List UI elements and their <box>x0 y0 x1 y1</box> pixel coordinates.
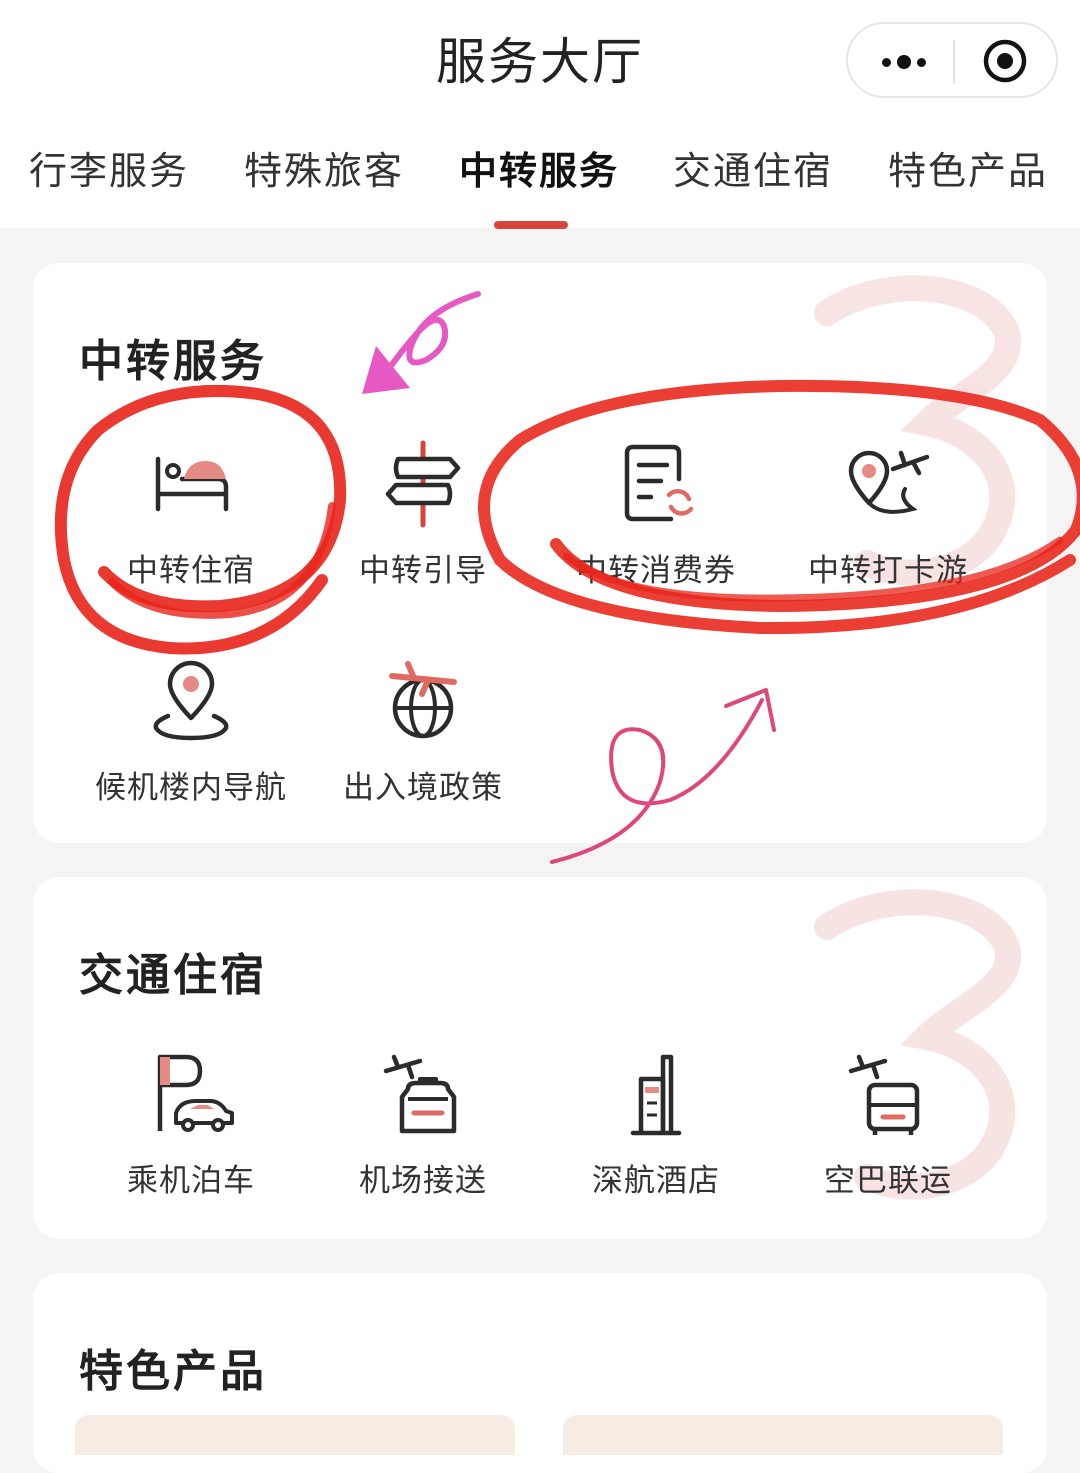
service-label: 候机楼内导航 <box>95 770 287 806</box>
service-transfer-checkin-tour[interactable]: 中转打卡游 <box>772 439 1004 590</box>
airport-taxi-icon <box>383 1054 457 1134</box>
category-tabs: 行李服务 特殊旅客 中转服务 交通住宿 特色产品 <box>0 140 1080 228</box>
transport-lodging-card: 交通住宿 乘机泊车 机场接送 深航酒店 空巴联运 <box>33 877 1047 1239</box>
service-label: 中转住宿 <box>127 553 255 589</box>
globe-plane-icon <box>389 661 457 739</box>
signpost-icon <box>385 440 461 528</box>
mini-program-capsule <box>846 22 1058 98</box>
service-label: 空巴联运 <box>824 1163 952 1199</box>
plane-bus-icon <box>848 1054 920 1135</box>
section-title-transport: 交通住宿 <box>79 950 267 1001</box>
tab-featured-products[interactable]: 特色产品 <box>888 140 1048 228</box>
tab-transport-lodging[interactable]: 交通住宿 <box>673 140 833 228</box>
parking-car-icon <box>157 1054 234 1132</box>
target-close-icon[interactable] <box>982 38 1028 84</box>
service-air-bus-combined[interactable]: 空巴联运 <box>772 1049 1004 1200</box>
more-dots-icon[interactable] <box>872 42 936 82</box>
top-bar: 服务大厅 行李服务 特殊旅客 中转服务 交通住宿 特色产品 <box>0 0 1080 229</box>
tab-luggage[interactable]: 行李服务 <box>29 140 189 228</box>
service-label: 中转消费券 <box>576 553 736 589</box>
service-transfer-lodging[interactable]: 中转住宿 <box>75 439 307 590</box>
product-card[interactable] <box>75 1415 515 1455</box>
tab-special-passengers[interactable]: 特殊旅客 <box>244 140 404 228</box>
hotel-building-icon <box>630 1054 682 1136</box>
service-label: 出入境政策 <box>343 770 503 806</box>
section-title-products: 特色产品 <box>79 1346 267 1397</box>
service-label: 深航酒店 <box>592 1163 720 1199</box>
service-entry-exit-policy[interactable]: 出入境政策 <box>307 656 539 807</box>
capsule-divider <box>953 40 955 84</box>
service-label: 乘机泊车 <box>127 1163 255 1199</box>
service-label: 机场接送 <box>359 1163 487 1199</box>
service-shenzhen-airlines-hotel[interactable]: 深航酒店 <box>540 1049 772 1200</box>
map-pin-icon <box>153 660 229 741</box>
service-transfer-guide[interactable]: 中转引导 <box>307 439 539 590</box>
service-label: 中转打卡游 <box>808 553 968 589</box>
service-terminal-navigation[interactable]: 候机楼内导航 <box>75 656 307 807</box>
tab-transfer[interactable]: 中转服务 <box>459 140 619 228</box>
service-label: 中转引导 <box>359 553 487 589</box>
service-transfer-voucher[interactable]: 中转消费券 <box>540 439 772 590</box>
active-tab-indicator <box>494 221 568 229</box>
product-card[interactable] <box>563 1415 1003 1455</box>
transfer-services-card: 中转服务 中转住宿 中转引导 中转消费券 中转打卡游 候机楼内导航 出入境政策 <box>33 263 1047 843</box>
voucher-icon <box>624 444 694 522</box>
section-title-transfer: 中转服务 <box>79 336 267 387</box>
service-flight-parking[interactable]: 乘机泊车 <box>75 1049 307 1200</box>
bed-icon <box>155 456 229 512</box>
location-plane-icon <box>848 450 930 514</box>
featured-products-card: 特色产品 <box>33 1273 1047 1473</box>
service-airport-transfer[interactable]: 机场接送 <box>307 1049 539 1200</box>
